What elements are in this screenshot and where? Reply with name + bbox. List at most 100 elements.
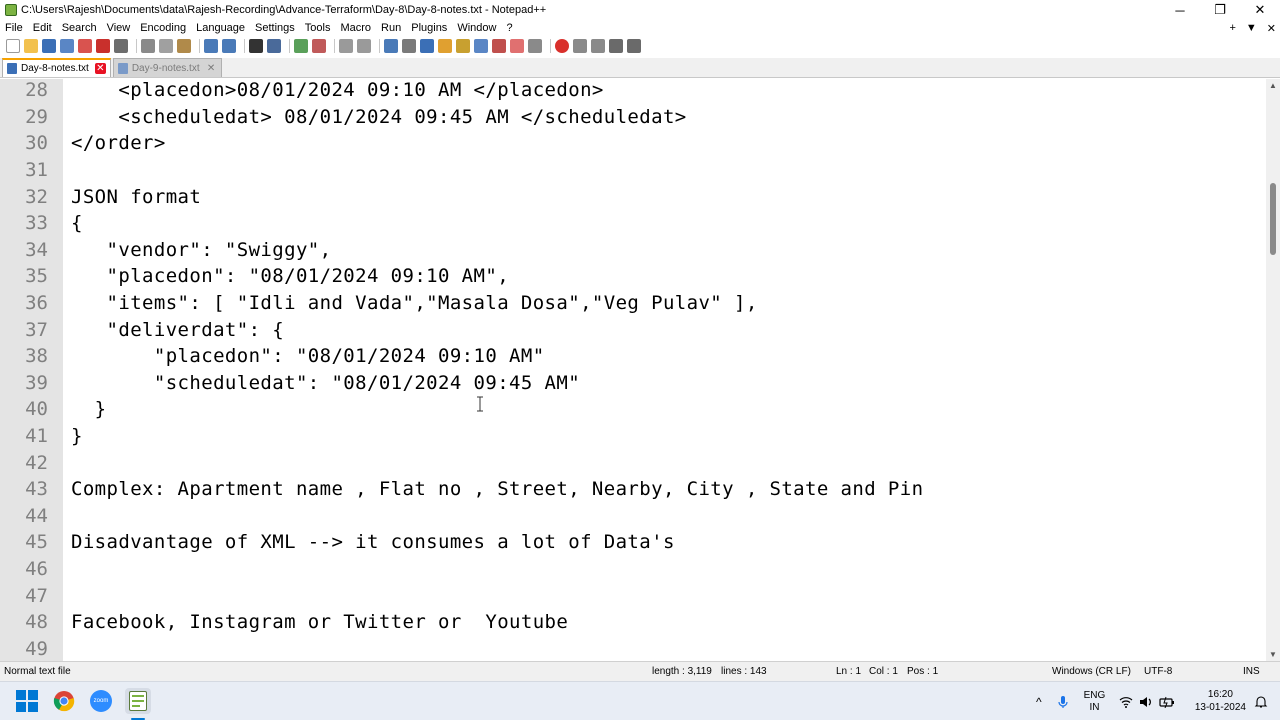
scroll-down-icon[interactable]: ▼ (1269, 650, 1277, 659)
close-document-icon[interactable]: ✕ (1267, 22, 1276, 35)
zoom-icon: zoom (90, 690, 112, 712)
menu-plugins[interactable]: Plugins (406, 22, 452, 34)
line-text: <placedon>08/01/2024 09:10 AM </placedon… (71, 79, 604, 102)
function-list-icon[interactable] (474, 39, 488, 53)
line-text: Complex: Apartment name , Flat no , Stre… (71, 478, 924, 501)
zoom-out-icon[interactable] (312, 39, 326, 53)
zoom-in-icon[interactable] (294, 39, 308, 53)
word-wrap-icon[interactable] (384, 39, 398, 53)
title-bar: C:\Users\Rajesh\Documents\data\Rajesh-Re… (0, 0, 1280, 20)
notification-bell-icon[interactable] (1254, 695, 1268, 709)
cut-icon[interactable] (141, 39, 155, 53)
new-tab-plus-icon[interactable]: + (1229, 22, 1235, 34)
monitoring-icon[interactable] (510, 39, 524, 53)
status-eol[interactable]: Windows (CR LF) (1052, 666, 1131, 677)
line-number: 29 (25, 105, 48, 128)
status-encoding[interactable]: UTF-8 (1144, 666, 1172, 677)
open-file-icon[interactable] (24, 39, 38, 53)
line-number: 36 (25, 292, 48, 315)
line-text: } (71, 425, 83, 448)
show-all-characters-icon[interactable] (402, 39, 416, 53)
line-text: "placedon": "08/01/2024 09:10 AM" (71, 345, 545, 368)
copy-icon[interactable] (159, 39, 173, 53)
tab-label: Day-8-notes.txt (21, 63, 89, 74)
taskbar-clock[interactable]: 16:20 13-01-2024 (1195, 688, 1246, 714)
scrollbar-thumb[interactable] (1270, 183, 1276, 255)
editor-line: 33 { (0, 210, 1266, 237)
chrome-icon (53, 691, 75, 712)
tab-close-icon[interactable]: ✕ (94, 63, 106, 74)
tab-list-dropdown-icon[interactable]: ▼ (1246, 22, 1257, 34)
new-file-icon[interactable] (6, 39, 20, 53)
menu-file[interactable]: File (0, 22, 28, 34)
tab-close-icon[interactable]: ✕ (206, 63, 217, 74)
folder-as-workspace-icon[interactable] (492, 39, 506, 53)
stop-recording-icon[interactable] (573, 39, 587, 53)
editor-line: 41 } (0, 423, 1266, 450)
scroll-up-icon[interactable]: ▲ (1269, 81, 1277, 90)
menu-encoding[interactable]: Encoding (135, 22, 191, 34)
replace-icon[interactable] (267, 39, 281, 53)
close-file-icon[interactable] (78, 39, 92, 53)
save-macro-icon[interactable] (627, 39, 641, 53)
notepad-plus-plus-icon (129, 691, 147, 711)
run-macro-multiple-icon[interactable] (609, 39, 623, 53)
menu-language[interactable]: Language (191, 22, 250, 34)
zoom-taskbar-button[interactable]: zoom (88, 688, 114, 714)
vertical-scrollbar[interactable]: ▲ ▼ (1266, 79, 1280, 661)
menu-help[interactable]: ? (501, 22, 517, 34)
status-insert-mode[interactable]: INS (1243, 666, 1260, 677)
minimize-button[interactable]: ─ (1160, 0, 1200, 20)
toolbar (0, 36, 1280, 56)
language-indicator[interactable]: ENG IN (1084, 690, 1106, 714)
show-hidden-icons-chevron[interactable]: ^ (1036, 695, 1042, 709)
tab-day-8-notes[interactable]: Day-8-notes.txt ✕ (2, 58, 111, 77)
windows-logo-icon (16, 690, 38, 712)
save-icon[interactable] (42, 39, 56, 53)
record-macro-icon[interactable] (555, 39, 569, 53)
undo-icon[interactable] (204, 39, 218, 53)
line-number: 33 (25, 212, 48, 235)
microphone-icon[interactable] (1058, 695, 1068, 709)
menu-edit[interactable]: Edit (28, 22, 57, 34)
menu-search[interactable]: Search (57, 22, 102, 34)
editor-line: 44 (0, 503, 1266, 530)
sync-horizontal-icon[interactable] (357, 39, 371, 53)
windows-start-button[interactable] (14, 688, 40, 714)
line-number: 30 (25, 132, 48, 155)
menu-tools[interactable]: Tools (300, 22, 336, 34)
editor-line: 28 <placedon>08/01/2024 09:10 AM </place… (0, 79, 1266, 104)
document-map-icon[interactable] (456, 39, 470, 53)
define-language-icon[interactable] (438, 39, 452, 53)
status-bar: Normal text file length : 3,119 lines : … (0, 661, 1280, 681)
print-icon[interactable] (114, 39, 128, 53)
close-button[interactable]: ✕ (1240, 0, 1280, 20)
line-text: Facebook, Instagram or Twitter or Youtub… (71, 611, 569, 634)
chrome-taskbar-button[interactable] (51, 688, 77, 714)
battery-icon[interactable] (1159, 696, 1175, 708)
wifi-icon[interactable] (1119, 696, 1133, 708)
tab-day-9-notes[interactable]: Day-9-notes.txt ✕ (112, 58, 222, 77)
find-icon[interactable] (249, 39, 263, 53)
notepad-plus-plus-taskbar-button[interactable] (125, 688, 151, 714)
play-macro-icon[interactable] (591, 39, 605, 53)
volume-icon[interactable] (1139, 696, 1153, 708)
text-editor[interactable]: 28 <placedon>08/01/2024 09:10 AM </place… (0, 79, 1266, 661)
close-all-icon[interactable] (96, 39, 110, 53)
toolbar-separator (334, 39, 335, 53)
indent-guide-icon[interactable] (420, 39, 434, 53)
paste-icon[interactable] (177, 39, 191, 53)
window-title: C:\Users\Rajesh\Documents\data\Rajesh-Re… (21, 4, 547, 16)
editor-line: 42 (0, 449, 1266, 476)
menu-window[interactable]: Window (452, 22, 501, 34)
sync-vertical-icon[interactable] (339, 39, 353, 53)
restore-button[interactable]: ❐ (1200, 0, 1240, 20)
redo-icon[interactable] (222, 39, 236, 53)
eye-icon[interactable] (528, 39, 542, 53)
line-text: "vendor": "Swiggy", (71, 238, 332, 261)
save-all-icon[interactable] (60, 39, 74, 53)
menu-macro[interactable]: Macro (335, 22, 376, 34)
menu-settings[interactable]: Settings (250, 22, 300, 34)
menu-run[interactable]: Run (376, 22, 406, 34)
menu-view[interactable]: View (102, 22, 136, 34)
